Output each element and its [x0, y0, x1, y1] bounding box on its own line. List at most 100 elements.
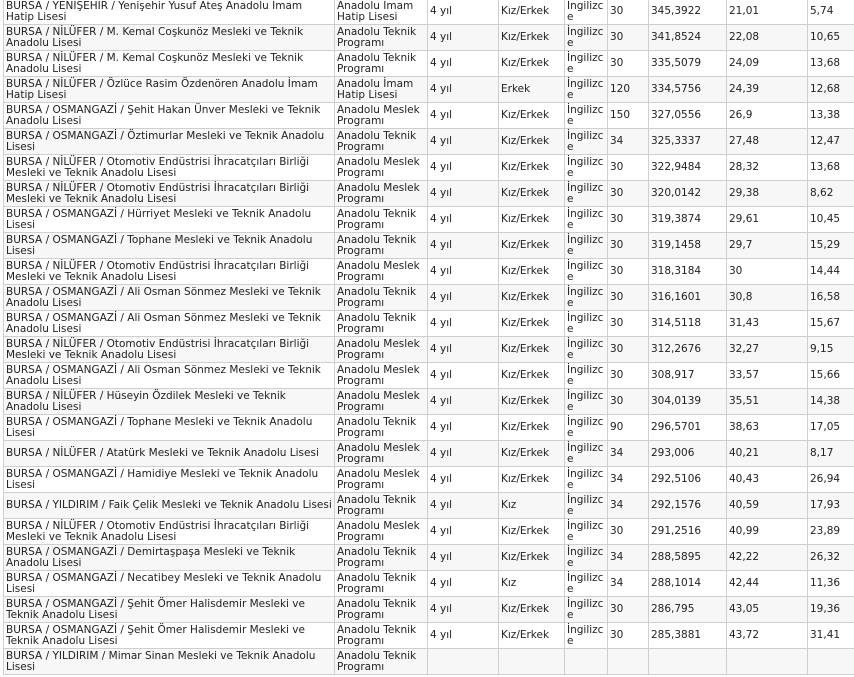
score-cell: 292,1576 [648, 492, 727, 519]
gender-cell: Kız/Erkek [498, 128, 565, 155]
table-row: BURSA / NİLÜFER / Özlüce Rasim Özdenören… [3, 76, 854, 103]
language-cell: İngilizce [564, 596, 608, 623]
program-type-cell: Anadolu Teknik Programı [334, 128, 428, 155]
local-percentile-cell: 16,58 [807, 284, 854, 311]
table-row: BURSA / OSMANGAZİ / Şehit Hakan Ünver Me… [3, 102, 854, 129]
duration-cell: 4 yıl [427, 544, 499, 571]
quota-cell: 30 [607, 518, 649, 545]
school-name-cell: BURSA / NİLÜFER / Otomotiv Endüstrisi İh… [3, 258, 335, 285]
program-type-cell: Anadolu Teknik Programı [334, 414, 428, 441]
local-percentile-cell: 15,66 [807, 362, 854, 389]
local-percentile-cell: 10,65 [807, 24, 854, 51]
table-row: BURSA / YENİŞEHİR / Yenişehir Yusuf Ateş… [3, 0, 854, 25]
quota-cell: 30 [607, 362, 649, 389]
program-type-cell: Anadolu Teknik Programı [334, 284, 428, 311]
quota-cell: 90 [607, 414, 649, 441]
duration-cell: 4 yıl [427, 258, 499, 285]
quota-cell: 30 [607, 284, 649, 311]
table-row: BURSA / NİLÜFER / Atatürk Mesleki ve Tek… [3, 440, 854, 467]
gender-cell: Kız [498, 492, 565, 519]
school-name-cell: BURSA / OSMANGAZİ / Ali Osman Sönmez Mes… [3, 362, 335, 389]
quota-cell: 30 [607, 206, 649, 233]
program-type-cell: Anadolu Meslek Programı [334, 388, 428, 415]
quota-cell: 30 [607, 336, 649, 363]
quota-cell: 30 [607, 258, 649, 285]
school-name-cell: BURSA / YENİŞEHİR / Yenişehir Yusuf Ateş… [3, 0, 335, 25]
score-cell: 293,006 [648, 440, 727, 467]
language-cell: İngilizce [564, 388, 608, 415]
language-cell: İngilizce [564, 128, 608, 155]
duration-cell: 4 yıl [427, 50, 499, 77]
duration-cell: 4 yıl [427, 622, 499, 649]
language-cell: İngilizce [564, 232, 608, 259]
quota-cell: 34 [607, 128, 649, 155]
language-cell: İngilizce [564, 518, 608, 545]
quota-cell: 34 [607, 492, 649, 519]
table-row: BURSA / OSMANGAZİ / Öztimurlar Mesleki v… [3, 128, 854, 155]
school-name-cell: BURSA / NİLÜFER / Hüseyin Özdilek Meslek… [3, 388, 335, 415]
school-name-cell: BURSA / OSMANGAZİ / Öztimurlar Mesleki v… [3, 128, 335, 155]
quota-cell: 30 [607, 0, 649, 25]
duration-cell: 4 yıl [427, 154, 499, 181]
local-percentile-cell: 5,74 [807, 0, 854, 25]
local-percentile-cell: 17,93 [807, 492, 854, 519]
percentile-cell: 40,59 [726, 492, 808, 519]
duration-cell: 4 yıl [427, 362, 499, 389]
score-cell: 291,2516 [648, 518, 727, 545]
percentile-cell: 40,43 [726, 466, 808, 493]
table-row: BURSA / OSMANGAZİ / Şehit Ömer Halisdemi… [3, 596, 854, 623]
table-row: BURSA / NİLÜFER / Otomotiv Endüstrisi İh… [3, 336, 854, 363]
percentile-cell: 30 [726, 258, 808, 285]
program-type-cell: Anadolu Teknik Programı [334, 622, 428, 649]
gender-cell: Kız/Erkek [498, 50, 565, 77]
local-percentile-cell: 8,62 [807, 180, 854, 207]
program-type-cell: Anadolu Teknik Programı [334, 310, 428, 337]
table-row: BURSA / NİLÜFER / M. Kemal Coşkunöz Mesl… [3, 24, 854, 51]
program-type-cell: Anadolu Teknik Programı [334, 232, 428, 259]
table-row: BURSA / NİLÜFER / M. Kemal Coşkunöz Mesl… [3, 50, 854, 77]
program-type-cell: Anadolu Meslek Programı [334, 336, 428, 363]
duration-cell: 4 yıl [427, 0, 499, 25]
quota-cell: 34 [607, 440, 649, 467]
local-percentile-cell: 8,17 [807, 440, 854, 467]
percentile-cell [726, 648, 808, 675]
quota-cell: 30 [607, 232, 649, 259]
gender-cell: Kız/Erkek [498, 24, 565, 51]
language-cell: İngilizce [564, 154, 608, 181]
percentile-cell: 31,43 [726, 310, 808, 337]
language-cell: İngilizce [564, 258, 608, 285]
local-percentile-cell: 23,89 [807, 518, 854, 545]
quota-cell: 34 [607, 544, 649, 571]
school-name-cell: BURSA / NİLÜFER / Özlüce Rasim Özdenören… [3, 76, 335, 103]
language-cell: İngilizce [564, 336, 608, 363]
language-cell: İngilizce [564, 50, 608, 77]
percentile-cell: 40,99 [726, 518, 808, 545]
local-percentile-cell: 10,45 [807, 206, 854, 233]
language-cell: İngilizce [564, 0, 608, 25]
gender-cell: Kız/Erkek [498, 258, 565, 285]
table-body: BURSA / YENİŞEHİR / Yenişehir Yusuf Ateş… [3, 0, 854, 675]
percentile-cell: 42,44 [726, 570, 808, 597]
quota-cell: 30 [607, 388, 649, 415]
gender-cell: Kız/Erkek [498, 284, 565, 311]
school-name-cell: BURSA / NİLÜFER / Atatürk Mesleki ve Tek… [3, 440, 335, 467]
duration-cell: 4 yıl [427, 440, 499, 467]
percentile-cell: 38,63 [726, 414, 808, 441]
duration-cell: 4 yıl [427, 180, 499, 207]
gender-cell: Kız/Erkek [498, 466, 565, 493]
table-row: BURSA / YILDIRIM / Mimar Sinan Mesleki v… [3, 648, 854, 675]
school-name-cell: BURSA / NİLÜFER / Otomotiv Endüstrisi İh… [3, 154, 335, 181]
school-name-cell: BURSA / OSMANGAZİ / Necatibey Mesleki ve… [3, 570, 335, 597]
duration-cell: 4 yıl [427, 310, 499, 337]
program-type-cell: Anadolu Teknik Programı [334, 50, 428, 77]
program-type-cell: Anadolu İmam Hatip Lisesi [334, 76, 428, 103]
language-cell: İngilizce [564, 622, 608, 649]
local-percentile-cell: 15,67 [807, 310, 854, 337]
table-row: BURSA / OSMANGAZİ / Tophane Mesleki ve T… [3, 232, 854, 259]
duration-cell: 4 yıl [427, 232, 499, 259]
gender-cell [498, 648, 565, 675]
local-percentile-cell: 13,68 [807, 154, 854, 181]
gender-cell: Kız/Erkek [498, 310, 565, 337]
quota-cell: 30 [607, 310, 649, 337]
local-percentile-cell [807, 648, 854, 675]
